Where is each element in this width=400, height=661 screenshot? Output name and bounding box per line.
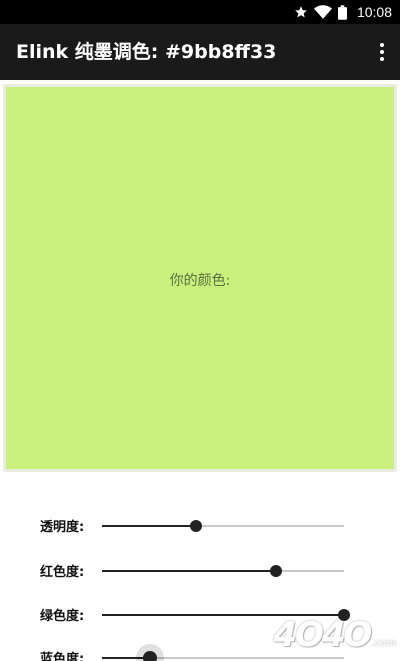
- app-title: Elink 纯墨调色: #9bb8ff33: [16, 41, 277, 63]
- watermark-logo: 4O4O .com: [273, 615, 396, 655]
- slider-label-red: 红色度:: [40, 565, 85, 580]
- star-icon: [295, 6, 307, 18]
- slider-label-blue: 蓝色度:: [40, 652, 85, 661]
- watermark-suffix: .com: [371, 638, 396, 649]
- swatch-label: 你的颜色:: [169, 273, 231, 289]
- status-icons: 10:08: [294, 0, 392, 24]
- more-vert-icon: [380, 43, 384, 47]
- color-swatch: 你的颜色:: [6, 87, 394, 469]
- blue-slider-thumb[interactable]: [143, 651, 158, 661]
- slider-label-alpha: 透明度:: [40, 520, 85, 535]
- status-bar: 10:08: [0, 0, 400, 24]
- app-bar: Elink 纯墨调色: #9bb8ff33: [0, 24, 400, 80]
- watermark-text: 4O4O: [273, 615, 372, 655]
- red-slider-thumb[interactable]: [270, 565, 283, 577]
- slider-label-green: 绿色度:: [40, 609, 85, 624]
- alpha-slider-fill: [102, 525, 197, 527]
- status-time: 10:08: [356, 4, 392, 20]
- slider-panel: 透明度: 红色度: 绿色度: 蓝色度: 4O4O .com: [0, 472, 400, 661]
- wifi-icon: [313, 5, 332, 19]
- battery-icon: [337, 4, 347, 20]
- red-slider-fill: [102, 570, 277, 572]
- slider-row-alpha: 透明度:: [0, 511, 400, 541]
- alpha-slider[interactable]: [102, 520, 344, 532]
- slider-row-red: 红色度:: [0, 556, 400, 586]
- red-slider[interactable]: [102, 565, 344, 577]
- overflow-menu-button[interactable]: [374, 38, 390, 66]
- alpha-slider-thumb[interactable]: [190, 520, 203, 532]
- blue-slider[interactable]: [102, 651, 344, 661]
